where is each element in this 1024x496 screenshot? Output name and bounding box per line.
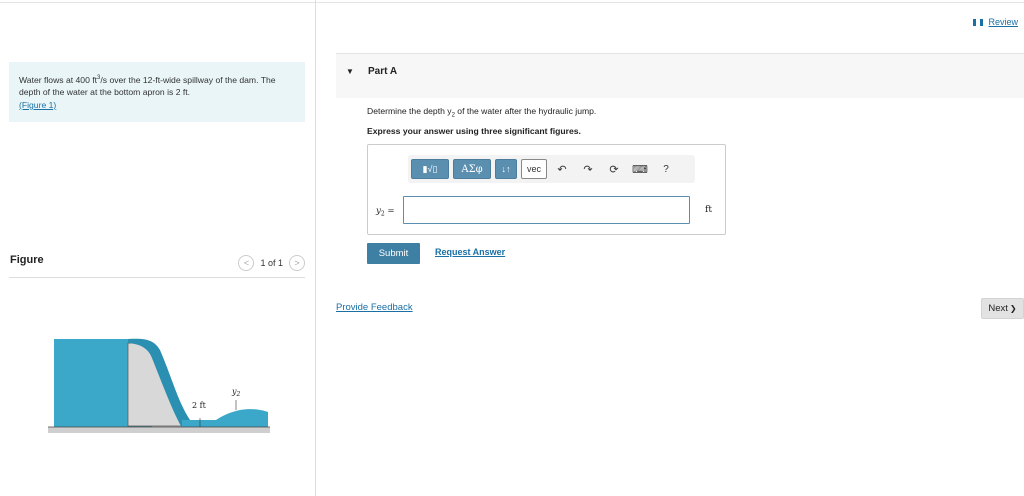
reset-icon[interactable]: ⟳	[603, 159, 625, 179]
y2-label: y2	[231, 387, 241, 398]
submit-button[interactable]: Submit	[367, 243, 420, 264]
depth-label: 2 ft	[192, 401, 207, 410]
answer-input[interactable]	[403, 196, 690, 224]
pager-text: 1 of 1	[260, 258, 283, 268]
figure-header: Figure < 1 of 1 >	[9, 252, 305, 278]
review-icon	[973, 18, 984, 26]
figure-title: Figure	[10, 254, 44, 266]
downstream-water	[182, 409, 268, 428]
request-answer-link[interactable]: Request Answer	[435, 247, 505, 257]
answer-variable-label: y2 =	[376, 206, 395, 218]
review-label: Review	[988, 17, 1018, 27]
part-title[interactable]: Part A	[368, 66, 397, 77]
keyboard-icon[interactable]: ⌨	[629, 159, 651, 179]
help-icon[interactable]: ?	[655, 159, 677, 179]
redo-icon[interactable]: ↷	[577, 159, 599, 179]
triangle-down-icon[interactable]: ▼	[346, 67, 354, 76]
instruction-text: Express your answer using three signific…	[367, 126, 581, 136]
subscript-superscript-button[interactable]: ↓↑	[495, 159, 517, 179]
figure-link[interactable]: (Figure 1)	[19, 100, 56, 110]
problem-text-3: .	[187, 87, 191, 98]
problem-text-1: Water flows at 400	[19, 74, 93, 85]
undo-icon[interactable]: ↶	[551, 159, 573, 179]
chevron-left-icon[interactable]: <	[238, 255, 255, 271]
column-divider	[315, 0, 316, 496]
next-button[interactable]: Next ❯	[981, 298, 1024, 319]
chevron-right-icon: ❯	[1009, 304, 1017, 313]
question-text: Determine the depth y2 of the water afte…	[367, 106, 597, 119]
spillway-figure: 2 ft y2	[48, 338, 270, 433]
vector-button[interactable]: vec	[521, 159, 547, 179]
next-label: Next	[988, 303, 1008, 314]
greek-symbols-button[interactable]: ΑΣφ	[453, 159, 491, 179]
review-link[interactable]: Review	[973, 17, 1018, 27]
math-toolbar: ▮√▯ ΑΣφ ↓↑ vec ↶ ↷ ⟳ ⌨ ?	[408, 155, 695, 183]
part-header-bar[interactable]	[336, 54, 1024, 98]
chevron-right-icon[interactable]: >	[289, 255, 305, 271]
ground	[48, 427, 270, 433]
answer-unit: ft	[705, 205, 712, 215]
problem-statement: Water flows at 400 ft3/s over the 12-ft-…	[9, 62, 305, 122]
top-border	[0, 2, 1024, 3]
answer-box: ▮√▯ ΑΣφ ↓↑ vec ↶ ↷ ⟳ ⌨ ? y2 = ft	[367, 144, 726, 235]
provide-feedback-link[interactable]: Provide Feedback	[336, 302, 413, 313]
templates-button[interactable]: ▮√▯	[411, 159, 449, 179]
figure-pager: < 1 of 1 >	[238, 255, 305, 271]
